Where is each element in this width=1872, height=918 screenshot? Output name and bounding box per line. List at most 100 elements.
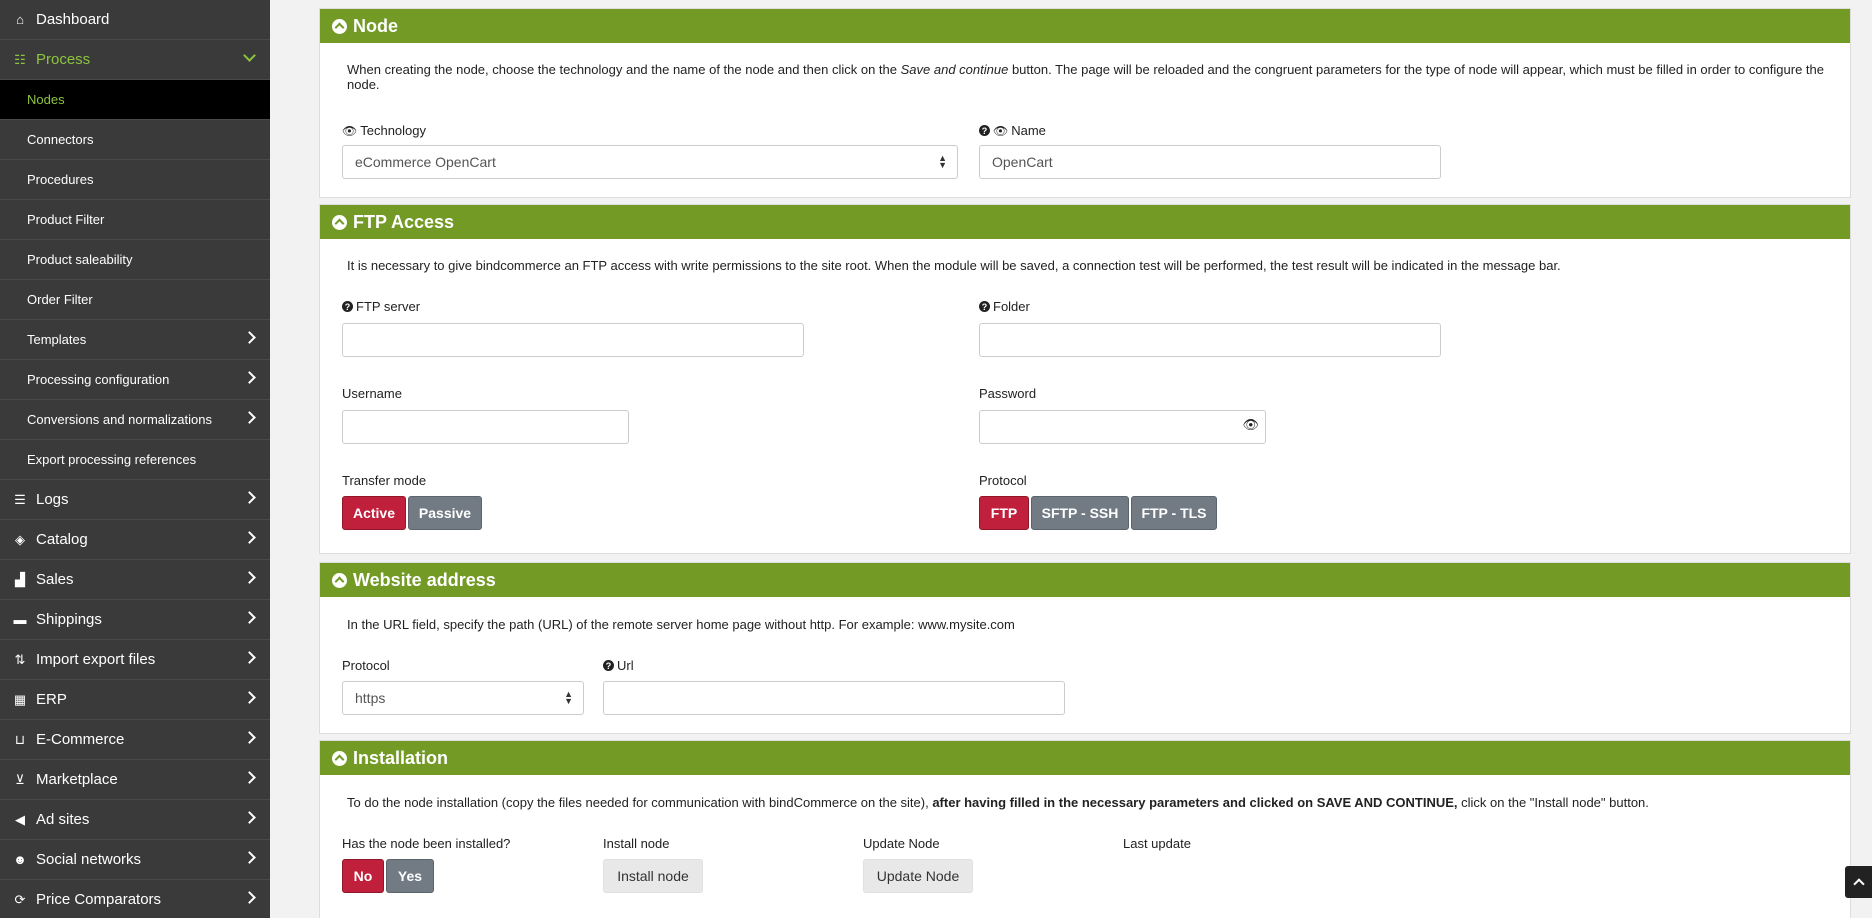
node-panel-title: Node [353,15,398,36]
sidebar-item-dashboard[interactable]: ⌂ Dashboard [0,0,270,40]
help-icon[interactable]: ? [979,125,990,136]
home-icon: ⌂ [16,12,24,27]
installed-no-button[interactable]: No [342,859,384,893]
install-node-button[interactable]: Install node [603,859,703,893]
sidebar-item-label: Sales [36,571,74,588]
collapse-icon[interactable] [332,750,347,766]
sidebar-item-logs[interactable]: ☰ Logs [0,480,270,520]
name-label: ? 👁 Name [979,123,1046,138]
node-panel-header[interactable]: Node [320,9,1850,43]
sidebar-item-product-filter[interactable]: Product Filter [0,200,270,240]
technology-select[interactable]: eCommerce OpenCart ▲ ▼ [342,145,958,179]
eye-slash-icon[interactable]: 👁 [1242,417,1259,433]
sidebar-item-label: E-Commerce [36,731,125,748]
sidebar-item-order-filter[interactable]: Order Filter [0,280,270,320]
chevron-right-icon [243,611,256,624]
sidebar-item-price-comparators[interactable]: ⟳ Price Comparators [0,880,270,918]
ftp-server-input[interactable] [342,323,804,357]
install-node-label: Install node [603,836,670,851]
cart-icon: ⊻ [15,771,25,787]
help-icon[interactable]: ? [342,301,353,312]
sidebar-item-export-processing-references[interactable]: Export processing references [0,440,270,480]
ftp-server-label: ? FTP server [342,299,420,314]
scroll-to-top-button[interactable] [1845,866,1872,898]
sidebar-item-templates[interactable]: Templates [0,320,270,360]
chevron-right-icon [243,531,256,544]
collapse-icon[interactable] [332,214,347,230]
help-icon[interactable]: ? [979,301,990,312]
tls-protocol-button[interactable]: FTP - TLS [1131,496,1217,530]
megaphone-icon: ◀ [15,811,25,827]
password-input[interactable]: 👁 [979,410,1266,444]
installation-description: To do the node installation (copy the fi… [347,795,1649,810]
chevron-right-icon [243,331,256,344]
sftp-protocol-button[interactable]: SFTP - SSH [1031,496,1129,530]
sidebar-item-social-networks[interactable]: ☻ Social networks [0,840,270,880]
protocol-label: Protocol [979,473,1027,488]
help-icon[interactable]: ? [603,660,614,671]
username-input[interactable] [342,410,629,444]
ftp-description: It is necessary to give bindcommerce an … [347,258,1561,273]
installation-panel-header[interactable]: Installation [320,741,1850,775]
sidebar-item-ad-sites[interactable]: ◀ Ad sites [0,800,270,840]
active-mode-button[interactable]: Active [342,496,406,530]
sidebar-item-label: Connectors [27,132,94,147]
collapse-icon[interactable] [332,572,347,588]
erp-icon: ▦ [13,691,27,707]
sidebar-item-label: Social networks [36,851,142,868]
name-input[interactable]: OpenCart [979,145,1441,179]
sidebar-item-marketplace[interactable]: ⊻ Marketplace [0,760,270,800]
update-node-label: Update Node [863,836,940,851]
sidebar-item-label: Ad sites [36,811,90,828]
installed-label: Has the node been installed? [342,836,511,851]
url-input[interactable] [603,681,1065,715]
chevron-right-icon [243,691,256,704]
sidebar-item-catalog[interactable]: ◈ Catalog [0,520,270,560]
sidebar-item-label: ERP [36,691,67,708]
username-label: Username [342,386,402,401]
sidebar-item-label: Logs [36,491,69,508]
chevron-down-icon [243,49,256,62]
sidebar-item-label: Processing configuration [27,372,170,387]
sidebar-item-process[interactable]: ☷ Process [0,40,270,80]
ftp-panel-title: FTP Access [353,211,455,232]
folder-input[interactable] [979,323,1441,357]
passive-mode-button[interactable]: Passive [408,496,482,530]
sidebar-item-label: Import export files [36,651,156,668]
sidebar-item-shippings[interactable]: ▬ Shippings [0,600,270,640]
chevron-right-icon [243,811,256,824]
chart-icon: ▟ [15,571,25,587]
sidebar-item-product-saleability[interactable]: Product saleability [0,240,270,280]
sidebar-item-e-commerce[interactable]: ⊔ E-Commerce [0,720,270,760]
collapse-icon[interactable] [332,18,347,34]
sidebar-item-processing-configuration[interactable]: Processing configuration [0,360,270,400]
website-panel-title: Website address [353,569,496,590]
users-icon: ☻ [13,852,27,867]
sidebar: ⌂ Dashboard ☷ Process Nodes Connectors Procedu… [0,0,270,918]
website-panel-header[interactable]: Website address [320,563,1850,597]
website-protocol-select[interactable]: https ▲ ▼ [342,681,584,715]
ftp-protocol-button[interactable]: FTP [979,496,1029,530]
sidebar-item-conversions-and-normalizations[interactable]: Conversions and normalizations [0,400,270,440]
installed-yes-button[interactable]: Yes [386,859,434,893]
sidebar-item-label: Order Filter [27,292,93,307]
website-description: In the URL field, specify the path (URL)… [347,617,1015,632]
sidebar-item-connectors[interactable]: Connectors [0,120,270,160]
sidebar-item-label: Templates [27,332,87,347]
ftp-panel-header[interactable]: FTP Access [320,205,1850,239]
node-panel: Node When creating the node, choose the … [319,8,1851,198]
sidebar-item-import-export-files[interactable]: ⇅ Import export files [0,640,270,680]
sidebar-item-erp[interactable]: ▦ ERP [0,680,270,720]
chevron-right-icon [243,371,256,384]
box-icon: ◈ [15,531,25,547]
compare-icon: ⟳ [14,891,26,907]
chevron-right-icon [243,651,256,664]
last-update-label: Last update [1123,836,1191,851]
sidebar-item-nodes[interactable]: Nodes [0,80,270,120]
sort-icon: ⇅ [14,651,26,667]
sidebar-item-procedures[interactable]: Procedures [0,160,270,200]
update-node-button[interactable]: Update Node [863,859,973,893]
sidebar-item-label: Product saleability [27,252,133,267]
sidebar-item-label: Catalog [36,531,88,548]
sidebar-item-sales[interactable]: ▟ Sales [0,560,270,600]
